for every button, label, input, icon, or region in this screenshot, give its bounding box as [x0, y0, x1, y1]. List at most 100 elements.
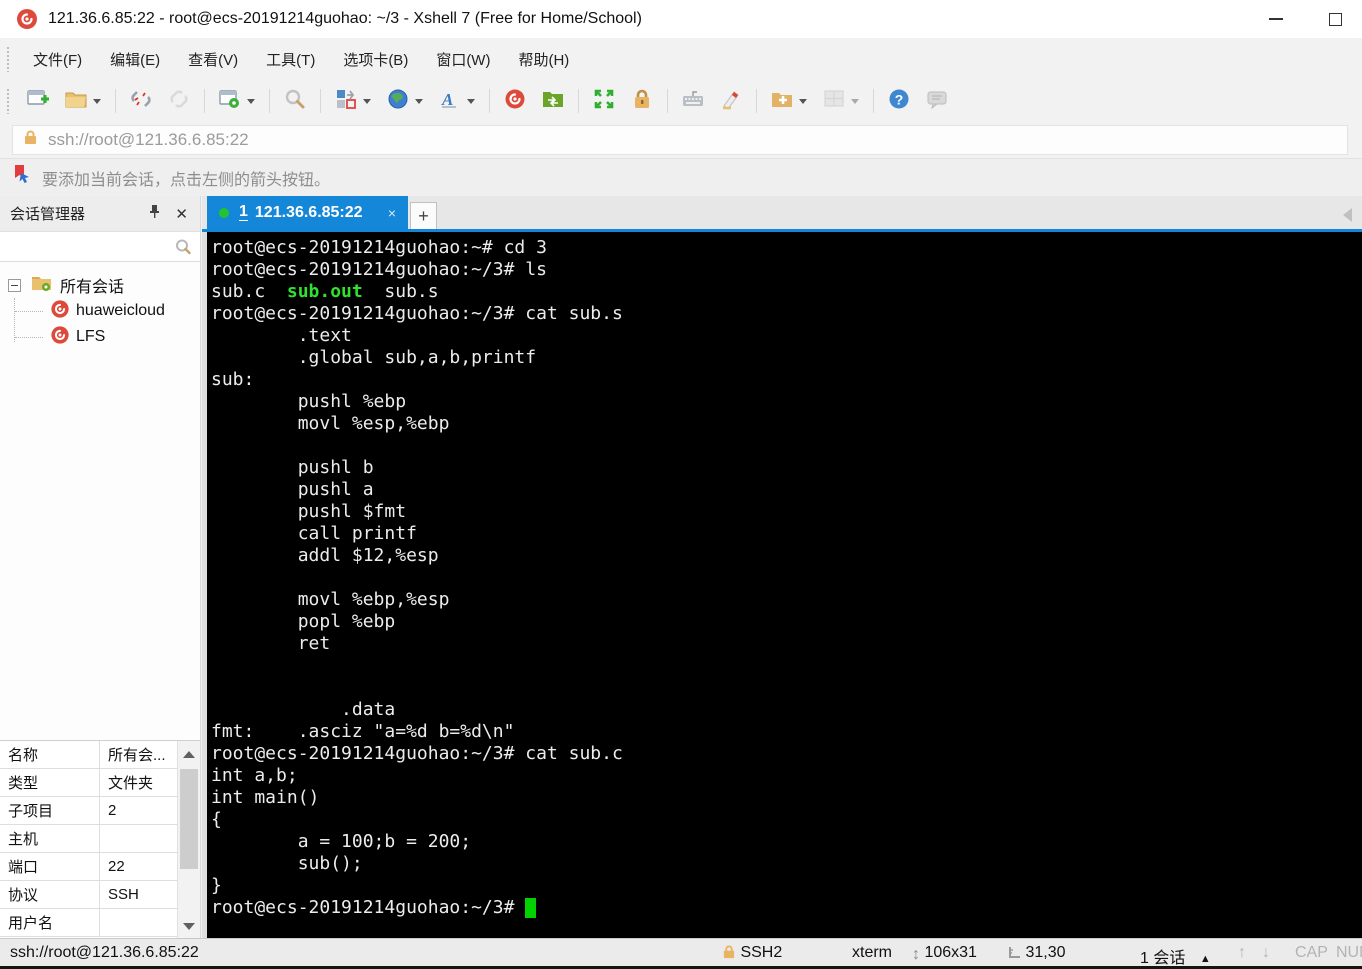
toolbar-grip[interactable] [6, 46, 11, 72]
tree-node-lfs[interactable]: LFS [0, 324, 200, 350]
property-row: 子项目 2 [0, 797, 200, 825]
tab-number: 1 [239, 202, 248, 222]
lock-icon [631, 88, 653, 115]
status-protocol: SSH2 [722, 944, 782, 964]
scroll-down-button[interactable] [178, 913, 200, 939]
menu-item-3[interactable]: 查看(V) [174, 43, 252, 76]
keyboard-button[interactable] [676, 85, 710, 118]
property-label: 端口 [0, 853, 100, 880]
encoding-globe-button[interactable] [381, 85, 429, 118]
highlight-pen-button[interactable] [714, 85, 748, 118]
toolbar-grip[interactable] [6, 88, 11, 114]
collapse-expander-icon[interactable] [8, 278, 21, 292]
tab-close-icon[interactable]: × [388, 205, 396, 221]
help-icon: ? [888, 88, 910, 115]
fullscreen-button[interactable] [587, 85, 621, 118]
menu-item-6[interactable]: 窗口(W) [422, 43, 504, 76]
terminal-line: pushl $fmt [211, 501, 1362, 523]
fullscreen-icon [593, 88, 615, 115]
dropdown-caret-icon[interactable] [93, 98, 101, 104]
terminal-text: sub.c [211, 281, 287, 302]
terminal-line: pushl %ebp [211, 391, 1362, 413]
menu-item-4[interactable]: 工具(T) [252, 43, 329, 76]
new-folder-button[interactable] [765, 85, 813, 118]
close-icon[interactable]: ✕ [175, 205, 188, 223]
scrollbar-thumb[interactable] [180, 769, 198, 869]
open-folder-button[interactable] [59, 85, 107, 118]
lock-button[interactable] [625, 85, 659, 118]
menu-item-5[interactable]: 选项卡(B) [329, 43, 422, 76]
dropdown-caret-icon[interactable] [467, 98, 475, 104]
xshell-icon [504, 88, 526, 115]
find-button[interactable] [278, 85, 312, 118]
property-row: 用户名 [0, 909, 200, 937]
terminal-line: } [211, 875, 1362, 897]
new-session-button[interactable] [21, 85, 55, 118]
property-row: 类型 文件夹 [0, 769, 200, 797]
maximize-button[interactable] [1329, 12, 1342, 26]
xshell-button[interactable] [498, 85, 532, 118]
tab-session-1[interactable]: 1 121.36.6.85:22 × [207, 196, 408, 229]
dropdown-caret-icon[interactable] [363, 98, 371, 104]
terminal-text: addl $12,%esp [211, 545, 439, 566]
dropdown-caret-icon[interactable] [799, 98, 807, 104]
pin-icon[interactable] [148, 204, 161, 224]
terminal-text: sub.out [286, 281, 363, 302]
terminal-line: { [211, 809, 1362, 831]
disconnect-icon [130, 88, 152, 115]
xftp-button[interactable] [536, 85, 570, 118]
session-properties-button[interactable] [213, 85, 261, 118]
terminal-screen[interactable]: root@ecs-20191214guohao:~# cd 3 root@ecs-… [207, 232, 1362, 938]
terminal-line: int a,b; [211, 765, 1362, 787]
terminal-line: .text [211, 325, 1362, 347]
menu-item-2[interactable]: 编辑(E) [96, 43, 174, 76]
terminal-line: pushl b [211, 457, 1362, 479]
terminal-line: sub: [211, 369, 1362, 391]
toolbar: A? [0, 80, 1362, 122]
menu-item-7[interactable]: 帮助(H) [504, 43, 583, 76]
address-field[interactable]: ssh://root@121.36.6.85:22 [12, 125, 1348, 155]
session-search-box[interactable] [0, 232, 200, 262]
terminal-text: pushl b [211, 457, 374, 478]
terminal-line: root@ecs-20191214guohao:~/3# cat sub.s [211, 303, 1362, 325]
property-row: 协议 SSH [0, 881, 200, 909]
arrange-button[interactable] [329, 85, 377, 118]
chat-button[interactable] [920, 85, 954, 118]
terminal-text: movl %esp,%ebp [211, 413, 450, 434]
grid-layout-icon [823, 88, 845, 115]
tab-scroll-left-icon[interactable] [1343, 208, 1352, 222]
new-tab-button[interactable]: + [410, 202, 437, 229]
dropdown-caret-icon[interactable] [247, 98, 255, 104]
menu-item-1[interactable]: 文件(F) [19, 43, 96, 76]
dropdown-caret-icon[interactable] [415, 98, 423, 104]
scroll-down-arrow-icon[interactable]: ↓ [1262, 944, 1270, 962]
address-url: ssh://root@121.36.6.85:22 [48, 130, 249, 149]
font-button[interactable]: A [433, 85, 481, 118]
status-terminal-type: xterm [852, 944, 892, 961]
properties-scrollbar[interactable] [177, 741, 200, 939]
session-properties-grid: 名称 所有会... 类型 文件夹 子项目 2 主机 端口 22 协议 SSH 用户名 [0, 740, 200, 939]
terminal-line: .data [211, 699, 1362, 721]
property-value: 22 [108, 858, 125, 875]
disconnect-button[interactable] [124, 85, 158, 118]
minimize-button[interactable] [1269, 18, 1283, 20]
status-session-count[interactable]: 1 会话 ▲ [1140, 944, 1211, 968]
terminal-line: movl %ebp,%esp [211, 589, 1362, 611]
grid-layout-button [817, 85, 865, 118]
tree-connector [15, 337, 43, 338]
tree-node-all-sessions[interactable]: 所有会话 [0, 272, 200, 298]
help-button[interactable]: ? [882, 85, 916, 118]
terminal-line: a = 100;b = 200; [211, 831, 1362, 853]
dropdown-caret-icon[interactable] [851, 98, 859, 104]
session-expand-icon[interactable]: ▲ [1200, 953, 1211, 965]
terminal-cursor [525, 898, 537, 918]
scroll-up-arrow-icon[interactable]: ↑ [1238, 944, 1246, 962]
open-folder-icon [65, 88, 87, 115]
new-session-icon [27, 88, 49, 115]
tree-node-huaweicloud[interactable]: huaweicloud [0, 298, 200, 324]
svg-text:?: ? [895, 91, 904, 107]
terminal-text: movl %ebp,%esp [211, 589, 450, 610]
terminal-line: addl $12,%esp [211, 545, 1362, 567]
scroll-up-button[interactable] [178, 741, 200, 767]
